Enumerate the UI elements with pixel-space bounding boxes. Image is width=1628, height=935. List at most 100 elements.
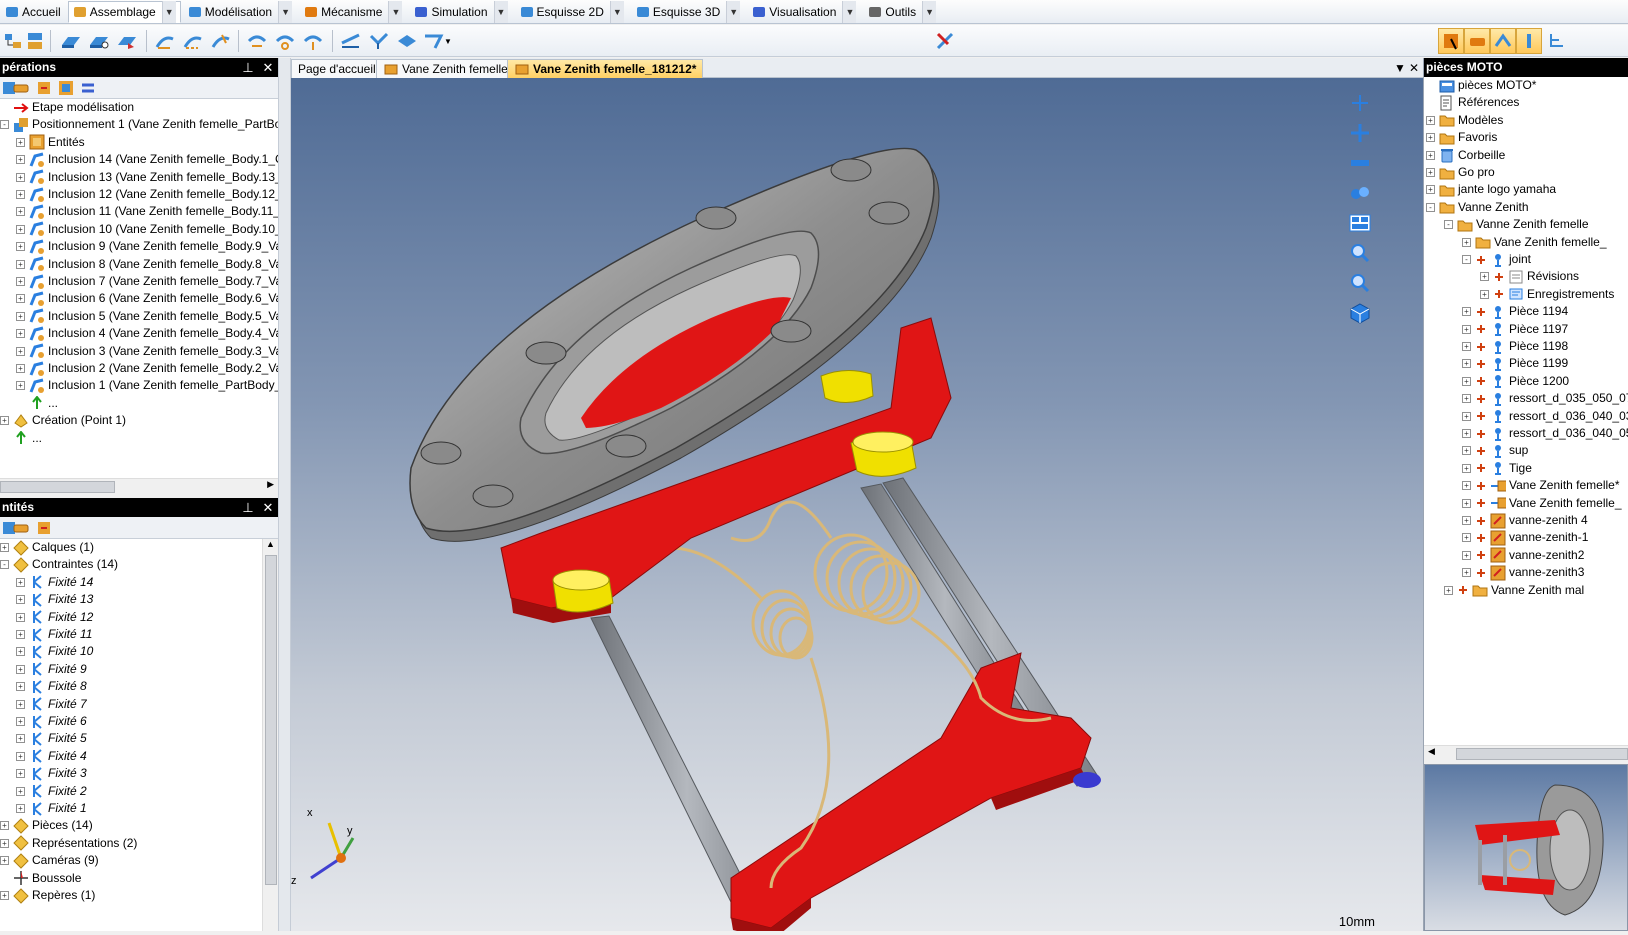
tree-row[interactable]: ... (16, 395, 58, 412)
tree-row[interactable]: + jante logo yamaha (1426, 181, 1556, 198)
expand-icon[interactable]: + (16, 155, 25, 165)
tree-row[interactable]: + Pièce 1198 (1462, 338, 1568, 355)
tree-row[interactable]: + Fixité 2 (16, 783, 87, 800)
menu-simulation[interactable]: Simulation ▼ (409, 0, 512, 23)
expand-icon[interactable]: + (16, 277, 25, 286)
collapse-icon[interactable]: - (1462, 255, 1471, 264)
menu-accueil[interactable]: Accueil (0, 1, 66, 23)
tab-list-icon[interactable]: ▼ (1394, 61, 1406, 75)
filter-icon[interactable] (12, 519, 30, 537)
tree-row[interactable]: + Inclusion 4 (Vane Zenith femelle_Body.4… (16, 325, 278, 342)
tree-row[interactable]: + Vane Zenith femelle_ (1462, 495, 1622, 512)
select-parts-icon[interactable] (1438, 28, 1464, 54)
scroll-right-icon[interactable]: ▶ (267, 479, 274, 490)
menu-mod-lisation[interactable]: Modélisation ▼ (183, 0, 297, 23)
pan-icon[interactable] (1345, 118, 1375, 148)
select-faces-icon[interactable] (1464, 28, 1490, 54)
expand-icon[interactable]: + (1480, 272, 1489, 282)
expand-icon[interactable]: + (1462, 533, 1471, 543)
expand-icon[interactable]: + (16, 630, 25, 639)
expand-icon[interactable]: + (1462, 307, 1471, 317)
expand-icon[interactable]: + (1426, 185, 1435, 195)
tree-row[interactable]: + Favoris (1426, 129, 1497, 146)
tree-row[interactable]: + Entités (16, 134, 85, 151)
tree-toggle-icon[interactable] (1544, 28, 1570, 54)
expand-icon[interactable]: + (1462, 342, 1471, 351)
tree-row[interactable]: + Fixité 8 (16, 678, 87, 695)
menu-esquisse-2d[interactable]: Esquisse 2D ▼ (515, 0, 629, 23)
expand-icon[interactable]: + (0, 821, 9, 831)
tree-row[interactable]: + Fixité 6 (16, 713, 87, 730)
expand-icon[interactable]: + (1462, 394, 1471, 404)
expand-icon[interactable]: + (1462, 359, 1471, 369)
collapse-icon[interactable]: - (1444, 220, 1453, 230)
tree-row[interactable]: + Vane Zenith femelle* (1462, 477, 1620, 494)
refresh-icon[interactable] (35, 519, 53, 537)
chevron-down-icon[interactable]: ▼ (493, 0, 508, 23)
expand-icon[interactable]: + (1462, 516, 1471, 525)
scroll-thumb[interactable] (265, 555, 277, 885)
pin-icon[interactable]: ⊥ (240, 58, 256, 77)
tree-row[interactable]: + Fixité 12 (16, 609, 93, 626)
expand-icon[interactable]: + (1462, 324, 1471, 334)
pin-icon[interactable]: ⊥ (240, 498, 256, 517)
chevron-down-icon[interactable]: ▼ (161, 0, 176, 23)
tree-row[interactable]: + Modèles (1426, 112, 1503, 129)
expand-icon[interactable]: + (16, 699, 25, 709)
expand-icon[interactable]: + (16, 577, 25, 587)
expand-icon[interactable]: + (16, 612, 25, 622)
expand-icon[interactable]: + (16, 242, 25, 252)
chevron-down-icon[interactable]: ▼ (609, 0, 624, 23)
expand-icon[interactable]: + (16, 647, 25, 657)
tree-row[interactable]: - Positionnement 1 (Vane Zenith femelle_P… (0, 116, 278, 133)
tree-row[interactable]: - Vanne Zenith (1426, 199, 1529, 216)
tree-row[interactable]: + Fixité 1 (16, 800, 87, 817)
expand-icon[interactable]: + (16, 329, 25, 339)
tree-row[interactable]: Etape modélisation (0, 99, 134, 116)
chevron-down-icon[interactable]: ▼ (726, 0, 741, 23)
insert-assembly-icon[interactable] (86, 28, 112, 54)
collapse-icon[interactable]: - (0, 560, 9, 570)
tree-row[interactable]: + Fixité 14 (16, 574, 93, 591)
tree-row[interactable]: + Inclusion 8 (Vane Zenith femelle_Body.8… (16, 256, 278, 273)
tree-row[interactable]: + Inclusion 12 (Vane Zenith femelle_Body.… (16, 186, 278, 203)
expand-icon[interactable]: + (16, 346, 25, 356)
move-icon[interactable] (244, 28, 270, 54)
tree-row[interactable]: + Vanne Zenith mal (1444, 582, 1584, 599)
tree-row[interactable]: + Pièce 1200 (1462, 373, 1569, 390)
tree-row[interactable]: + Caméras (9) (0, 852, 99, 869)
refresh-icon[interactable] (35, 79, 53, 97)
tree-row[interactable]: - joint (1462, 251, 1531, 268)
tree-row[interactable]: + Inclusion 7 (Vane Zenith femelle_Body.7… (16, 273, 278, 290)
expand-icon[interactable]: + (16, 381, 25, 391)
3d-viewport[interactable]: x y z 10mm (291, 78, 1423, 931)
tree-row[interactable]: + Inclusion 2 (Vane Zenith femelle_Body.2… (16, 360, 278, 377)
collapse-icon[interactable]: - (0, 120, 9, 130)
view-cube-icon[interactable] (1345, 298, 1375, 328)
tree-row[interactable]: Références (1426, 94, 1519, 111)
expand-icon[interactable]: + (16, 786, 25, 796)
tree-row[interactable]: + Fixité 4 (16, 748, 87, 765)
expand-icon[interactable]: + (1480, 289, 1489, 299)
menu-assemblage[interactable]: Assemblage ▼ (67, 0, 181, 23)
expand-icon[interactable]: + (16, 190, 25, 199)
zoom-in-icon[interactable] (1345, 88, 1375, 118)
tree-row[interactable]: + Inclusion 3 (Vane Zenith femelle_Body.3… (16, 343, 278, 360)
tree-row[interactable]: + Inclusion 5 (Vane Zenith femelle_Body.5… (16, 308, 278, 325)
chevron-down-icon[interactable]: ▼ (388, 0, 403, 23)
rotate-view-icon[interactable] (1345, 148, 1375, 178)
expand-icon[interactable]: + (1462, 446, 1471, 456)
sheet-metal-icon[interactable] (394, 28, 420, 54)
tree-row[interactable]: + Go pro (1426, 164, 1495, 181)
expand-icon[interactable]: + (16, 224, 25, 234)
splitter[interactable] (278, 58, 291, 931)
expand-icon[interactable]: + (1462, 550, 1471, 560)
expand-icon[interactable]: + (16, 364, 25, 373)
close-document-icon[interactable]: ✕ (1409, 61, 1419, 75)
tree-row[interactable]: + vanne-zenith-1 (1462, 529, 1588, 546)
tree-row[interactable]: + Pièce 1197 (1462, 321, 1568, 338)
select-points-icon[interactable] (1516, 28, 1542, 54)
expand-icon[interactable]: + (16, 682, 25, 692)
tree-row[interactable]: + Corbeille (1426, 147, 1505, 164)
chevron-down-icon[interactable]: ▼ (842, 0, 857, 23)
